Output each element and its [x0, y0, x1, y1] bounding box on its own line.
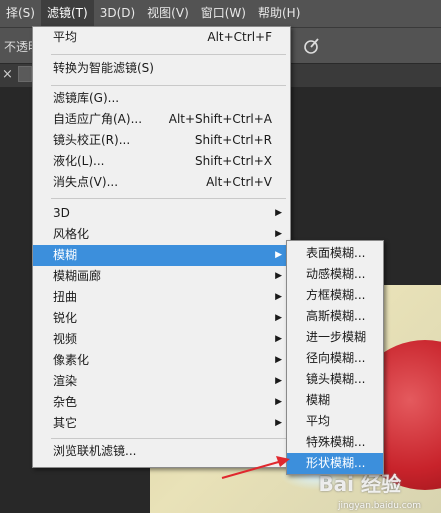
menu-3d[interactable]: 3D(D): [94, 0, 141, 27]
menu-help[interactable]: 帮助(H): [252, 0, 306, 27]
menu-view[interactable]: 视图(V): [141, 0, 195, 27]
menu-filter[interactable]: 滤镜(T): [40, 0, 94, 27]
submenu-arrow-icon: ▶: [275, 397, 282, 407]
submenu-arrow-icon: ▶: [275, 313, 282, 323]
submenu-item-motion-blur[interactable]: 动感模糊...: [287, 264, 383, 285]
shortcut-label: Alt+Ctrl+F: [207, 30, 272, 44]
menu-divider: [51, 438, 286, 439]
watermark-url: jingyan.baidu.com: [337, 501, 421, 511]
menu-item-render[interactable]: 渲染 ▶: [33, 371, 290, 392]
menu-item-filter-gallery[interactable]: 滤镜库(G)...: [33, 88, 290, 109]
menu-item-browse-online-filters[interactable]: 浏览联机滤镜...: [33, 441, 290, 462]
menu-select[interactable]: 择(S): [0, 0, 41, 27]
submenu-arrow-icon: ▶: [275, 376, 282, 386]
filter-menu: 平均 Alt+Ctrl+F 转换为智能滤镜(S) 滤镜库(G)... 自适应广角…: [32, 26, 291, 468]
shortcut-label: Shift+Ctrl+X: [195, 154, 272, 168]
menu-item-video[interactable]: 视频 ▶: [33, 329, 290, 350]
menu-item-average[interactable]: 平均 Alt+Ctrl+F: [33, 27, 290, 48]
close-icon[interactable]: ×: [2, 67, 13, 82]
menu-bar: 择(S) 滤镜(T) 3D(D) 视图(V) 窗口(W) 帮助(H): [0, 0, 441, 27]
menu-item-noise[interactable]: 杂色 ▶: [33, 392, 290, 413]
menu-item-vanishing-point[interactable]: 消失点(V)... Alt+Ctrl+V: [33, 172, 290, 193]
menu-item-lens-correction[interactable]: 镜头校正(R)... Shift+Ctrl+R: [33, 130, 290, 151]
submenu-arrow-icon: ▶: [275, 292, 282, 302]
blur-submenu: 表面模糊... 动感模糊... 方框模糊... 高斯模糊... 进一步模糊 径向…: [286, 240, 384, 475]
menu-item-sharpen[interactable]: 锐化 ▶: [33, 308, 290, 329]
menu-divider: [51, 54, 286, 55]
menu-item-other[interactable]: 其它 ▶: [33, 413, 290, 434]
shortcut-label: Alt+Ctrl+V: [206, 175, 272, 189]
submenu-item-blur-more[interactable]: 进一步模糊: [287, 327, 383, 348]
submenu-arrow-icon: ▶: [275, 418, 282, 428]
menu-divider: [51, 85, 286, 86]
menu-item-pixelate[interactable]: 像素化 ▶: [33, 350, 290, 371]
menu-item-convert-smart-filter[interactable]: 转换为智能滤镜(S): [33, 58, 290, 79]
submenu-item-smart-blur[interactable]: 特殊模糊...: [287, 432, 383, 453]
menu-item-stylize[interactable]: 风格化 ▶: [33, 224, 290, 245]
menu-item-blur[interactable]: 模糊 ▶: [33, 245, 290, 266]
submenu-arrow-icon: ▶: [275, 208, 282, 218]
shortcut-label: Alt+Shift+Ctrl+A: [168, 112, 272, 126]
submenu-item-gaussian-blur[interactable]: 高斯模糊...: [287, 306, 383, 327]
menu-item-liquify[interactable]: 液化(L)... Shift+Ctrl+X: [33, 151, 290, 172]
submenu-item-average[interactable]: 平均: [287, 411, 383, 432]
submenu-item-radial-blur[interactable]: 径向模糊...: [287, 348, 383, 369]
menu-item-3d[interactable]: 3D ▶: [33, 203, 290, 224]
menu-window[interactable]: 窗口(W): [195, 0, 252, 27]
submenu-arrow-icon: ▶: [275, 229, 282, 239]
submenu-arrow-icon: ▶: [275, 355, 282, 365]
submenu-item-surface-blur[interactable]: 表面模糊...: [287, 243, 383, 264]
document-tab[interactable]: [18, 66, 32, 82]
menu-item-distort[interactable]: 扭曲 ▶: [33, 287, 290, 308]
submenu-arrow-icon: ▶: [275, 271, 282, 281]
submenu-item-lens-blur[interactable]: 镜头模糊...: [287, 369, 383, 390]
submenu-item-shape-blur[interactable]: 形状模糊...: [287, 453, 383, 474]
shortcut-label: Shift+Ctrl+R: [194, 133, 272, 147]
submenu-arrow-icon: ▶: [275, 334, 282, 344]
menu-divider: [51, 198, 286, 199]
menu-item-adaptive-wide-angle[interactable]: 自适应广角(A)... Alt+Shift+Ctrl+A: [33, 109, 290, 130]
submenu-item-box-blur[interactable]: 方框模糊...: [287, 285, 383, 306]
brush-pressure-icon[interactable]: [302, 36, 322, 56]
submenu-item-blur[interactable]: 模糊: [287, 390, 383, 411]
menu-item-blur-gallery[interactable]: 模糊画廊 ▶: [33, 266, 290, 287]
submenu-arrow-icon: ▶: [275, 250, 282, 260]
